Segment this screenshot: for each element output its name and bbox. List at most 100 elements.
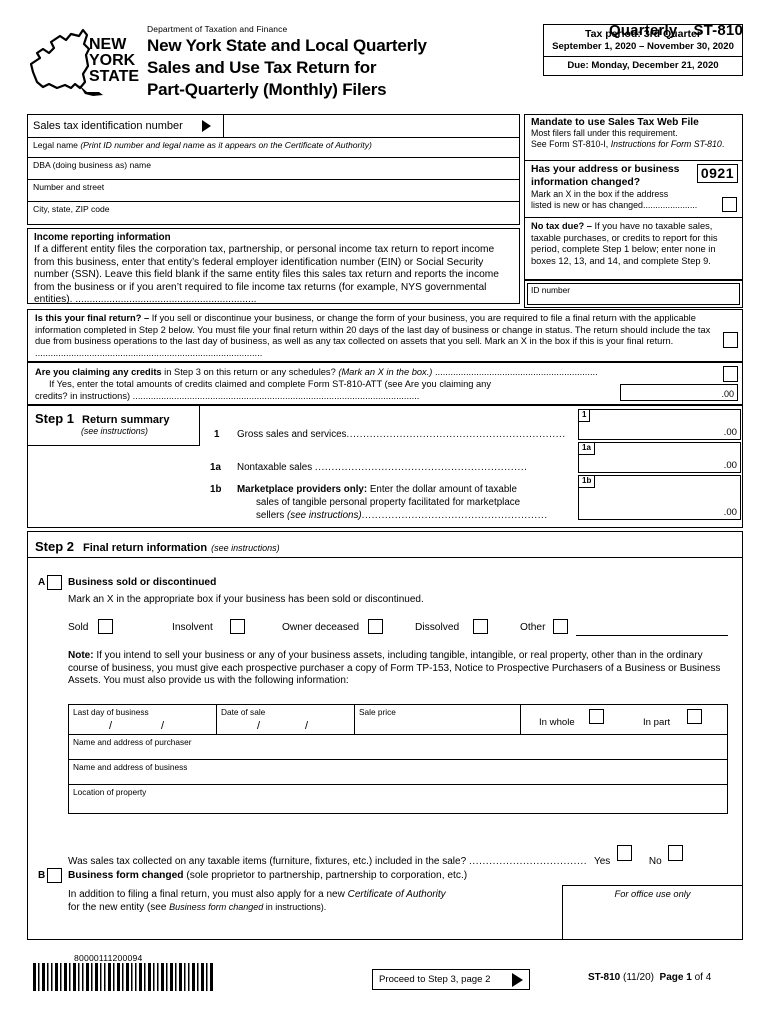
step-1-header: Step 1 Return summary (see instructions) (28, 406, 200, 446)
section-a-checkbox[interactable] (47, 575, 62, 590)
income-reporting-heading: Income reporting information (34, 232, 171, 243)
sales-tax-question-text: Was sales tax collected on any taxable i… (68, 856, 469, 867)
office-use-box: For office use only (562, 885, 743, 940)
legal-name-label: Legal name (Print ID number and legal na… (33, 140, 372, 150)
line-1-number: 1 (214, 429, 220, 440)
option-sold-checkbox[interactable] (98, 619, 113, 634)
proceed-to-step-3-button[interactable]: Proceed to Step 3, page 2 (372, 969, 530, 990)
date-slash-icon: / (161, 720, 165, 732)
claiming-credits-checkbox[interactable] (723, 366, 738, 382)
step-2-label: Step 2 (35, 539, 75, 554)
income-reporting-body: If a different entity files the corporat… (34, 244, 499, 306)
proceed-label: Proceed to Step 3, page 2 (379, 974, 491, 985)
line-1b-row: 1b Marketplace providers only: Enter the… (210, 484, 588, 523)
step-1-section: Step 1 Return summary (see instructions) … (27, 405, 743, 528)
option-other-checkbox[interactable] (553, 619, 568, 634)
business-row[interactable]: Name and address of business (69, 760, 727, 785)
legal-name-field[interactable]: Legal name (Print ID number and legal na… (27, 137, 520, 157)
barcode-icon (33, 963, 213, 991)
purchaser-row[interactable]: Name and address of purchaser (69, 735, 727, 760)
option-insolvent-checkbox[interactable] (230, 619, 245, 634)
dba-name-field[interactable]: DBA (doing business as) name (27, 157, 520, 179)
line-1-text: Gross sales and services................… (237, 429, 566, 440)
line-1-decimals: .00 (723, 427, 737, 438)
business-status-options: Sold Insolvent Owner deceased Dissolved … (68, 619, 728, 639)
step-1-lines: 1 Gross sales and services..............… (200, 406, 742, 527)
note-paragraph: Note: If you intend to sell your busines… (68, 650, 721, 686)
footer-form-id: ST-810 (588, 972, 621, 983)
city-label: City, state, ZIP code (33, 204, 110, 214)
section-b-letter: B (38, 870, 46, 881)
yes-checkbox[interactable] (617, 845, 633, 861)
property-location-label: Location of property (73, 787, 147, 797)
line-1a-number: 1a (210, 462, 221, 473)
due-date: Due: Monday, December 21, 2020 (567, 60, 719, 71)
line-1b-text: Marketplace providers only: Enter the do… (237, 484, 548, 521)
line-1b-decimals: .00 (723, 507, 737, 518)
mandate-title: Mandate to use Sales Tax Web File (531, 117, 699, 128)
tax-period-line: Tax period: 3rd Quarter (585, 28, 701, 40)
period-code: 0921 (696, 164, 738, 183)
credits-amount-input[interactable]: .00 (620, 384, 738, 401)
form-page: NEW YORK STATE Department of Taxation an… (0, 0, 770, 1024)
sales-tax-question-dots: ................................... (468, 856, 588, 867)
id-number-panel[interactable]: ID number (524, 280, 743, 308)
property-row[interactable]: Location of property (69, 785, 727, 813)
sale-table-row-1: Last day of business / / Date of sale / … (69, 705, 727, 735)
option-dissolved-label: Dissolved (415, 622, 460, 633)
claiming-credits-line-1: Are you claiming any credits in Step 3 o… (35, 367, 598, 377)
dba-label: DBA (doing business as) name (33, 160, 151, 170)
svg-text:YORK: YORK (89, 52, 136, 69)
date-of-sale-cell[interactable]: Date of sale / / (217, 705, 355, 734)
no-label: No (648, 856, 662, 867)
line-1b-number: 1b (210, 484, 222, 495)
option-owner-deceased-checkbox[interactable] (368, 619, 383, 634)
sales-tax-collected-question: Was sales tax collected on any taxable i… (68, 845, 728, 867)
section-b-checkbox[interactable] (47, 868, 62, 883)
line-1a-decimals: .00 (723, 460, 737, 471)
address-changed-sub-2: listed is new or has changed............… (531, 200, 698, 211)
sales-tax-id-row[interactable]: Sales tax identification number (27, 114, 520, 137)
option-dissolved-checkbox[interactable] (473, 619, 488, 634)
no-checkbox[interactable] (668, 845, 684, 861)
web-file-mandate-panel: Mandate to use Sales Tax Web File Most f… (524, 114, 743, 160)
last-day-of-business-cell[interactable]: Last day of business / / (69, 705, 217, 734)
section-b-heading: Business form changed (sole proprietor t… (68, 870, 468, 881)
step-2-header: Step 2 Final return information (see instr… (27, 531, 743, 558)
option-other-input[interactable] (576, 635, 728, 636)
barcode-number: 80000111200094 (74, 953, 143, 963)
option-owner-deceased-label: Owner deceased (282, 622, 360, 633)
line-1b-amount-box[interactable]: 1b .00 (578, 475, 741, 520)
final-return-checkbox[interactable] (723, 332, 738, 348)
form-title-line-1: New York State and Local Quarterly (147, 36, 427, 55)
line-1a-amount-box[interactable]: 1a .00 (578, 442, 741, 473)
street-field[interactable]: Number and street (27, 179, 520, 201)
mandate-line-1: Most filers fall under this requirement. (531, 128, 678, 138)
line-1-amount-box[interactable]: 1 .00 (578, 409, 741, 440)
final-return-band: Is this your final return? – If you sell… (27, 309, 743, 362)
footer-page-label: Page 1 (659, 972, 692, 983)
right-arrow-icon (512, 973, 523, 987)
line-1a-box-tag: 1a (578, 442, 595, 456)
section-b-sub: In addition to filing a final return, yo… (68, 889, 446, 913)
in-part-checkbox[interactable] (687, 709, 702, 724)
form-title-line-3: Part-Quarterly (Monthly) Filers (147, 79, 387, 99)
step-2-title: Final return information (83, 542, 208, 554)
income-reporting-section: Income reporting information If a differ… (27, 228, 520, 306)
department-line: Department of Taxation and Finance (147, 24, 288, 34)
address-changed-title: Has your address or business information … (531, 164, 680, 188)
in-whole-checkbox[interactable] (589, 709, 604, 724)
line-1b-box-tag: 1b (578, 475, 596, 489)
sale-price-cell[interactable]: Sale price (355, 705, 521, 734)
claiming-credits-band: Are you claiming any credits in Step 3 o… (27, 362, 743, 405)
whole-or-part-cell: In whole In part (521, 705, 729, 734)
city-state-zip-field[interactable]: City, state, ZIP code (27, 201, 520, 225)
address-changed-sub-1: Mark an X in the box if the address (531, 189, 669, 200)
step-1-see-instructions: (see instructions) (81, 426, 148, 436)
sale-information-table: Last day of business / / Date of sale / … (68, 704, 728, 814)
line-1a-row: 1a Nontaxable sales ....................… (210, 462, 584, 473)
address-changed-checkbox[interactable] (722, 197, 737, 212)
option-other-label: Other (520, 622, 546, 633)
purchaser-label: Name and address of purchaser (73, 737, 192, 747)
id-number-label: ID number (527, 283, 740, 305)
